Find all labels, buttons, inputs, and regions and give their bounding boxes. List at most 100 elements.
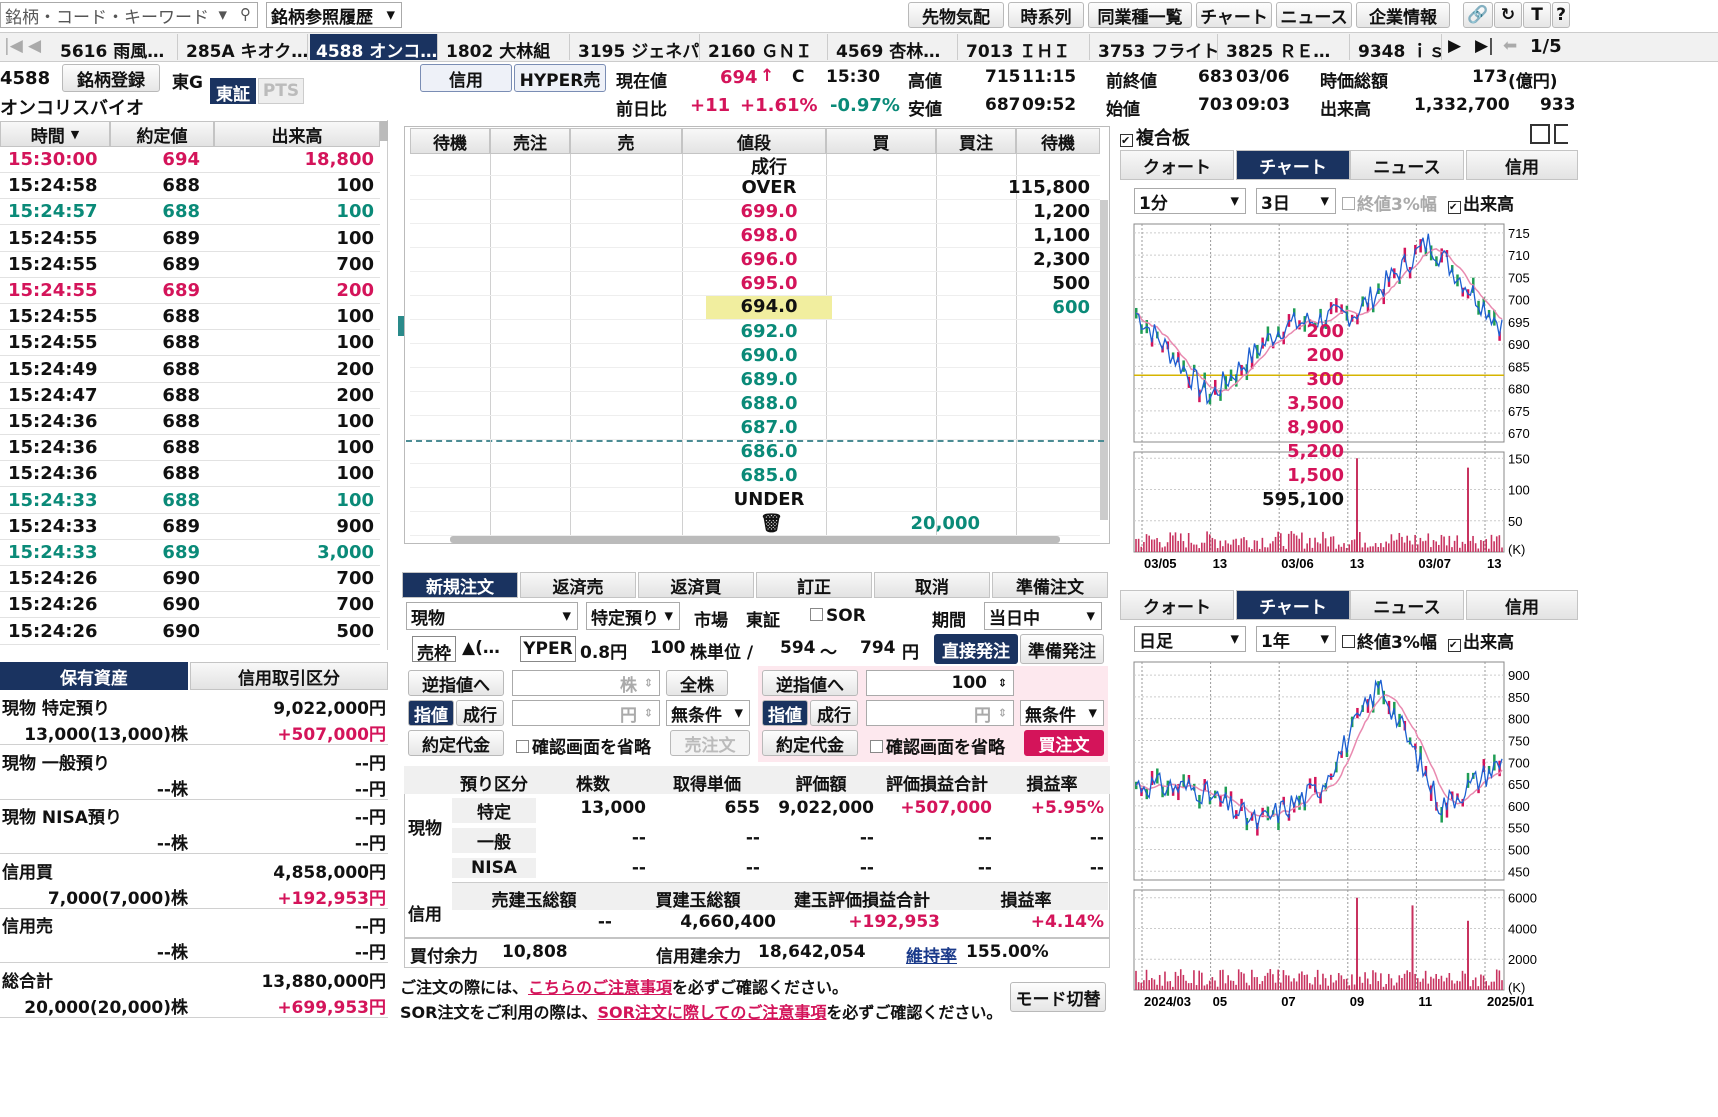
composite-board-checkbox[interactable]: ✔ 複合板: [1120, 124, 1190, 150]
sell-market-button[interactable]: 成行: [456, 700, 504, 726]
prepare-order-button[interactable]: 準備発注: [1020, 634, 1104, 664]
ticker-tab[interactable]: 3753 フライト: [1092, 34, 1218, 60]
last-page-icon[interactable]: ▶|: [1475, 36, 1494, 56]
ticker-tab[interactable]: 4588 オンコ…: [310, 34, 438, 60]
search-icon[interactable]: ⚲: [240, 5, 251, 23]
all-shares-button[interactable]: 全株: [666, 670, 728, 696]
credit-button[interactable]: 信用: [420, 64, 512, 92]
nav-1[interactable]: 時系列: [1008, 2, 1084, 28]
ticker-tab[interactable]: 1802 大林組: [440, 34, 570, 60]
refresh-icon[interactable]: ↻: [1494, 2, 1522, 28]
buy-condition-select[interactable]: 無条件 ▼: [1020, 700, 1104, 726]
dropdown-icon[interactable]: ▼: [219, 9, 227, 22]
sell-limit-button[interactable]: 指値: [408, 700, 454, 726]
chart2-span-select[interactable]: 1年 ▼: [1256, 626, 1336, 652]
panel-tab-1[interactable]: チャート: [1236, 590, 1350, 620]
layout-split-icon[interactable]: [1554, 124, 1568, 144]
daily-chart[interactable]: 900 850 800 750 700 650 600 550 500 450 6000 4000 20…: [1126, 656, 1718, 1016]
ticker-tab[interactable]: 285A キオク…: [180, 34, 308, 60]
tab-order-3[interactable]: 訂正: [756, 572, 872, 598]
tab-pts[interactable]: PTS: [258, 78, 304, 104]
history-dropdown[interactable]: 銘柄参照履歴 ▼: [266, 2, 402, 28]
chart2-volume-checkbox[interactable]: ✔ 出来高: [1448, 628, 1514, 653]
nav-3[interactable]: チャート: [1196, 2, 1272, 28]
buy-price-input[interactable]: 円 ⇕: [866, 700, 1014, 726]
board-row[interactable]: UNDER 595,100: [410, 488, 1344, 512]
intraday-chart[interactable]: 715 710 705 700 695 690 685 680 675 670 150 100 50 (K…: [1126, 218, 1718, 578]
direct-order-button[interactable]: 直接発注: [934, 634, 1018, 664]
ticker-tab[interactable]: 7013 ＩＨＩ: [960, 34, 1090, 60]
layout-single-icon[interactable]: [1530, 124, 1550, 144]
board-row[interactable]: 2,300 696.0: [410, 248, 1100, 272]
notice-link[interactable]: こちらのご注意事項: [528, 978, 672, 997]
buy-stop-button[interactable]: 逆指値へ: [762, 670, 858, 696]
board-row[interactable]: 600 694.0: [410, 296, 1100, 320]
chart2-range-checkbox[interactable]: 終値3%幅: [1342, 628, 1437, 653]
tab-holdings[interactable]: 保有資産: [0, 662, 188, 690]
tab-order-5[interactable]: 準備注文: [992, 572, 1108, 598]
chart1-volume-checkbox[interactable]: ✔ 出来高: [1448, 190, 1514, 215]
ticker-tab[interactable]: 4569 杏林…: [830, 34, 958, 60]
panel-tab-2[interactable]: ニュース: [1350, 150, 1464, 180]
sell-condition-select[interactable]: 無条件 ▼: [666, 700, 750, 726]
ticker-tab[interactable]: 9348 ｉｓ: [1352, 34, 1442, 60]
ticker-tab[interactable]: 3195 ジェネパ: [572, 34, 700, 60]
chart1-range-checkbox[interactable]: 終値3%幅: [1342, 190, 1437, 215]
buy-qty-input[interactable]: 100 ⇕: [866, 670, 1014, 696]
board-row[interactable]: 685.0 1,500: [410, 464, 1344, 488]
nav-5[interactable]: 企業情報: [1356, 2, 1450, 28]
panel-tab-1[interactable]: チャート: [1236, 150, 1350, 180]
sell-frame-tag[interactable]: 売枠: [412, 636, 456, 664]
chart2-interval-select[interactable]: 日足 ▼: [1134, 626, 1246, 652]
hyper-field[interactable]: YPER: [520, 636, 576, 662]
board-hscroll[interactable]: [450, 536, 1060, 543]
search-input[interactable]: 銘柄・コード・キーワード ▼ ⚲: [0, 2, 258, 28]
prev-icon[interactable]: ◀: [28, 36, 41, 56]
buy-limit-button[interactable]: 指値: [762, 700, 808, 726]
chart1-span-select[interactable]: 3日 ▼: [1256, 188, 1336, 214]
maintenance-link[interactable]: 維持率: [906, 942, 957, 967]
period-select[interactable]: 当日中 ▼: [984, 602, 1102, 630]
board-row[interactable]: 1,100 698.0: [410, 224, 1100, 248]
ticker-tab[interactable]: 2160 ＧＮＩ: [702, 34, 828, 60]
chart1-interval-select[interactable]: 1分 ▼: [1134, 188, 1246, 214]
panel-tab-0[interactable]: クォート: [1120, 150, 1234, 180]
tab-order-0[interactable]: 新規注文: [402, 572, 518, 598]
panel-tab-0[interactable]: クォート: [1120, 590, 1234, 620]
buy-order-button[interactable]: 買注文: [1024, 730, 1104, 756]
sell-order-button[interactable]: 売注文: [670, 730, 750, 756]
board-row[interactable]: 115,800 OVER: [410, 176, 1100, 200]
first-page-icon[interactable]: |◀: [4, 36, 23, 56]
board-row[interactable]: 690.0 200: [410, 344, 1344, 368]
board-header-5[interactable]: 買注: [936, 128, 1016, 154]
panel-tab-2[interactable]: ニュース: [1350, 590, 1464, 620]
tab-order-4[interactable]: 取消: [874, 572, 990, 598]
sell-skip-confirm-checkbox[interactable]: 確認画面を省略: [516, 733, 651, 758]
trash-icon[interactable]: 🗑: [760, 513, 783, 534]
nav-2[interactable]: 同業種一覧: [1088, 2, 1192, 28]
board-row[interactable]: 1,200 699.0: [410, 200, 1100, 224]
panel-tab-3[interactable]: 信用: [1466, 150, 1578, 180]
ts-header-time[interactable]: 時間 ▼: [0, 121, 110, 147]
font-size-icon[interactable]: T: [1523, 2, 1551, 28]
register-button[interactable]: 銘柄登録: [62, 64, 160, 92]
sell-price-input[interactable]: 円 ⇕: [512, 700, 660, 726]
buy-amount-button[interactable]: 約定代金: [762, 730, 858, 756]
buy-skip-confirm-checkbox[interactable]: 確認画面を省略: [870, 733, 1005, 758]
ts-scrollbar[interactable]: [380, 121, 388, 141]
back-icon[interactable]: ⬅: [1503, 36, 1517, 56]
board-row[interactable]: 20,000 🗑: [410, 512, 1100, 536]
tab-order-2[interactable]: 返済買: [638, 572, 754, 598]
board-vscroll[interactable]: [1100, 200, 1108, 520]
board-row[interactable]: 500 695.0: [410, 272, 1100, 296]
tab-credit-category[interactable]: 信用取引区分: [190, 662, 388, 690]
sor-checkbox[interactable]: SOR: [810, 606, 866, 626]
nav-4[interactable]: ニュース: [1276, 2, 1352, 28]
ticker-tab[interactable]: 3825 ＲＥ…: [1220, 34, 1350, 60]
nav-0[interactable]: 先物気配: [908, 2, 1004, 28]
sell-amount-button[interactable]: 約定代金: [408, 730, 504, 756]
tab-tse[interactable]: 東証: [210, 78, 256, 105]
help-icon[interactable]: ?: [1552, 2, 1570, 28]
board-row[interactable]: 686.0 5,200: [410, 440, 1344, 464]
sor-notice-link[interactable]: SOR注文に際してのご注意事項: [597, 1003, 826, 1022]
